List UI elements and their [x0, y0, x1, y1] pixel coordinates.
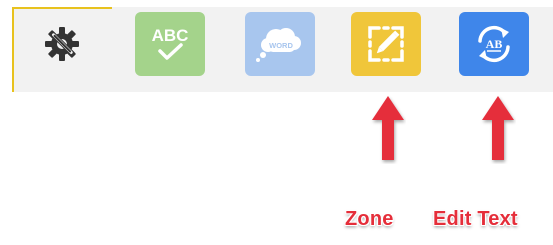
abc-check-icon: ABC: [152, 26, 189, 60]
edit-text-button[interactable]: AB: [459, 12, 529, 76]
ab-text: AB: [486, 37, 503, 51]
word-button[interactable]: WORD: [245, 12, 315, 76]
zone-label: Zone: [345, 208, 394, 230]
spellcheck-button[interactable]: ABC: [135, 12, 205, 76]
ab-refresh-icon: AB: [478, 25, 510, 63]
zone-button[interactable]: [351, 12, 421, 76]
edit-text-arrow-icon: [482, 96, 514, 160]
gear-wrench-icon: [45, 27, 79, 61]
edit-text-label: Edit Text: [433, 208, 518, 230]
toolbar: ABC WORD AB: [12, 7, 553, 92]
zone-edit-icon: [368, 26, 404, 62]
word-text: WORD: [269, 41, 293, 50]
active-indicator-top: [12, 7, 112, 9]
abc-text: ABC: [152, 26, 189, 45]
word-cloud-icon: WORD: [256, 28, 301, 62]
settings-button[interactable]: [27, 12, 97, 76]
zone-arrow-icon: [372, 96, 404, 160]
active-indicator-left: [12, 7, 14, 92]
